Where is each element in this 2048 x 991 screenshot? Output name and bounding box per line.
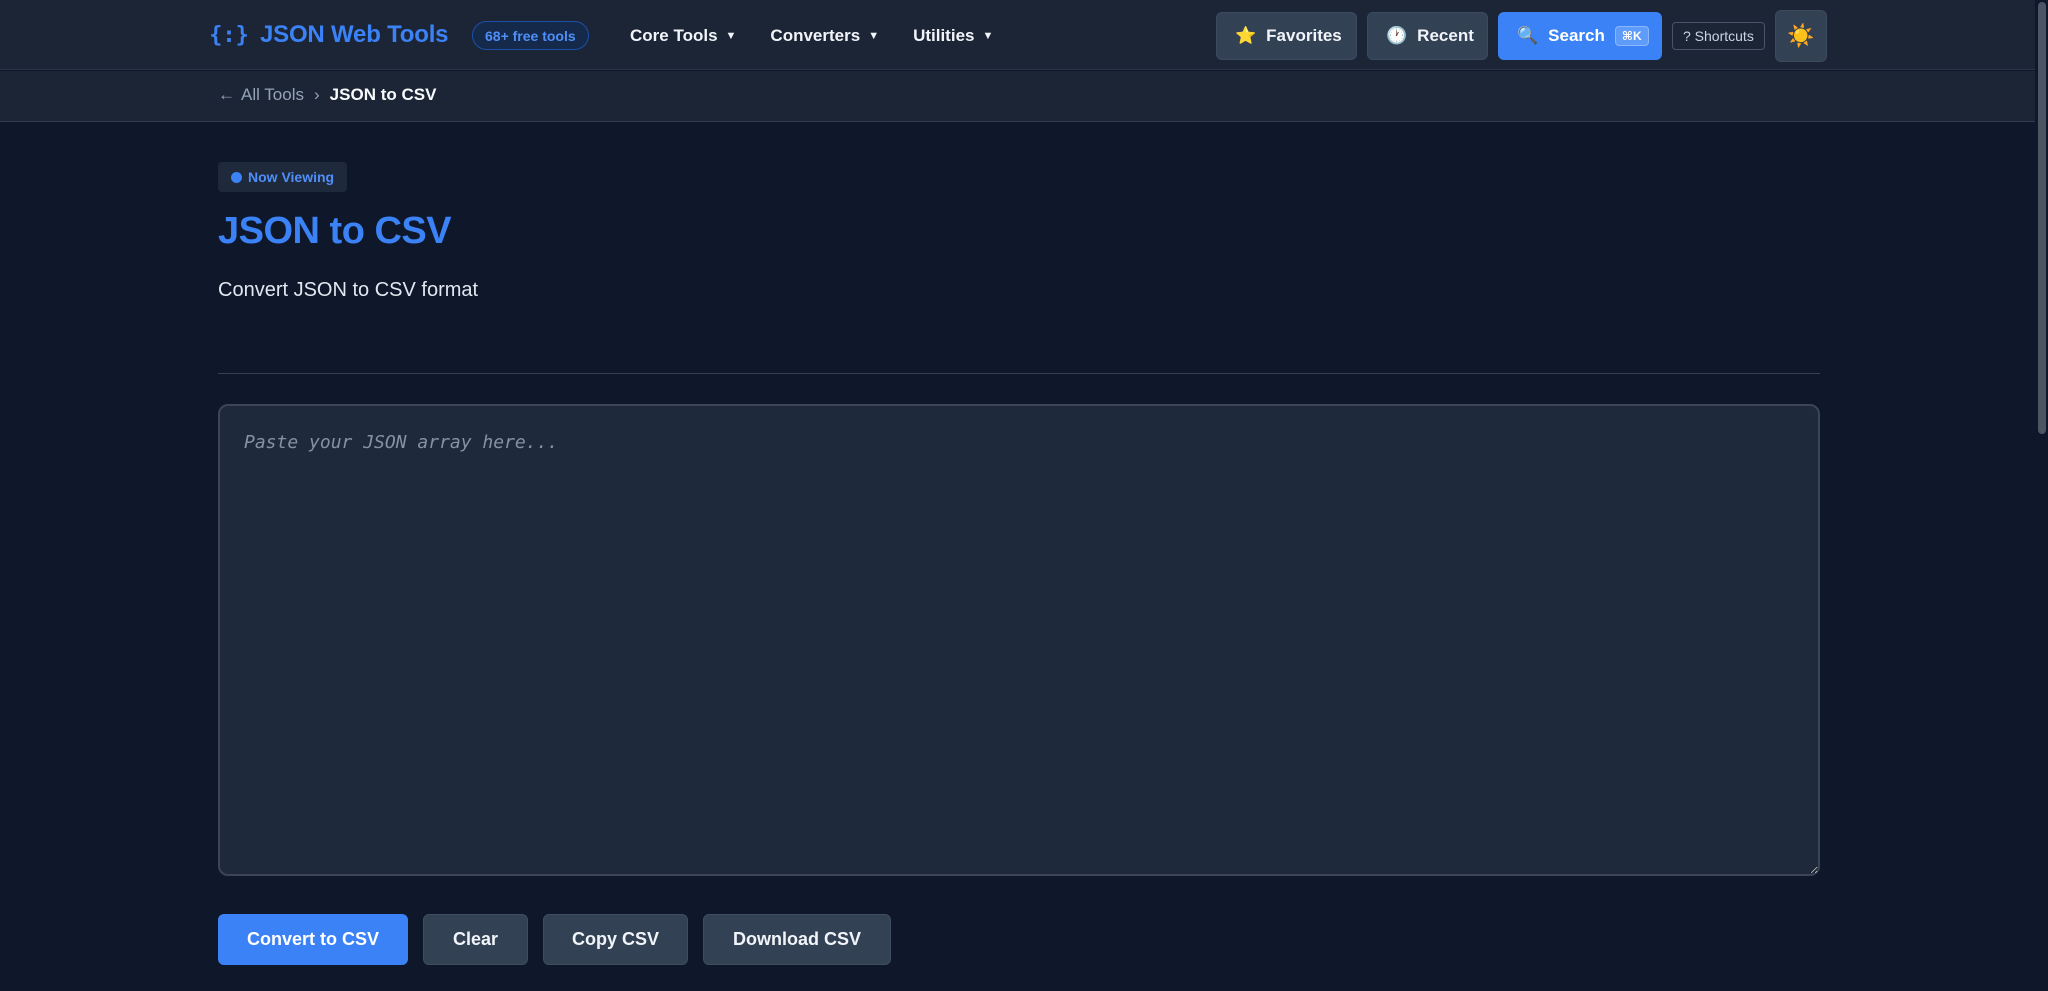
page-title: JSON to CSV: [218, 210, 452, 252]
recent-button[interactable]: 🕐 Recent: [1367, 12, 1488, 60]
caret-down-icon: ▼: [725, 30, 737, 42]
search-button[interactable]: 🔍 Search ⌘K: [1498, 12, 1662, 60]
caret-down-icon: ▼: [982, 30, 994, 42]
top-navbar: {:} JSON Web Tools 68+ free tools Core T…: [0, 0, 2048, 70]
recent-label: Recent: [1417, 26, 1474, 45]
navbar-actions: ⭐ Favorites 🕐 Recent 🔍 Search ⌘K ? Short…: [1216, 10, 1827, 62]
app-root: {:} JSON Web Tools 68+ free tools Core T…: [0, 0, 2048, 991]
search-shortcut-kbd: ⌘K: [1614, 26, 1649, 46]
section-divider: [218, 373, 1820, 374]
breadcrumb: ← All Tools › JSON to CSV: [218, 85, 436, 105]
status-dot-icon: [231, 171, 242, 183]
menu-converters[interactable]: Converters ▼: [770, 22, 879, 50]
tools-count-badge: 68+ free tools: [472, 21, 589, 50]
caret-down-icon: ▼: [868, 30, 880, 42]
favorites-label: Favorites: [1266, 26, 1342, 45]
menu-utilities[interactable]: Utilities ▼: [913, 22, 993, 50]
page-scrollbar-thumb[interactable]: [2038, 2, 2046, 434]
favorites-button[interactable]: ⭐ Favorites: [1216, 12, 1357, 60]
clear-button[interactable]: Clear: [423, 914, 528, 965]
json-braces-icon: {:}: [209, 22, 249, 48]
menu-core-tools[interactable]: Core Tools ▼: [630, 22, 736, 50]
page-subtitle: Convert JSON to CSV format: [218, 279, 479, 301]
breadcrumb-bar: ← All Tools › JSON to CSV: [0, 71, 2048, 122]
brand-title: JSON Web Tools: [260, 21, 449, 48]
search-label: Search: [1548, 26, 1605, 45]
sun-icon: ☀️: [1787, 23, 1815, 48]
main-menu: Core Tools ▼ Converters ▼ Utilities ▼: [630, 22, 1027, 50]
json-input[interactable]: [218, 404, 1820, 876]
breadcrumb-all-tools-link[interactable]: ← All Tools: [218, 85, 304, 105]
search-icon: 🔍: [1517, 26, 1539, 45]
status-badge: Now Viewing: [218, 162, 348, 192]
status-badge-label: Now Viewing: [248, 169, 335, 185]
theme-toggle-button[interactable]: ☀️: [1774, 10, 1827, 62]
download-csv-button[interactable]: Download CSV: [703, 914, 891, 965]
breadcrumb-separator: ›: [314, 85, 320, 104]
brand-link[interactable]: {:} JSON Web Tools: [209, 17, 449, 53]
menu-utilities-label: Utilities: [913, 26, 975, 45]
shortcuts-button[interactable]: ? Shortcuts: [1672, 22, 1765, 50]
star-icon: ⭐: [1235, 26, 1257, 45]
arrow-left-icon: ←: [218, 85, 235, 104]
convert-to-csv-button[interactable]: Convert to CSV: [218, 914, 408, 965]
menu-converters-label: Converters: [770, 26, 861, 45]
clock-icon: 🕐: [1386, 26, 1408, 45]
breadcrumb-current: JSON to CSV: [329, 85, 437, 104]
menu-core-tools-label: Core Tools: [630, 26, 718, 45]
action-buttons: Convert to CSV Clear Copy CSV Download C…: [218, 914, 891, 965]
copy-csv-button[interactable]: Copy CSV: [543, 914, 688, 965]
breadcrumb-all-tools-label: All Tools: [241, 85, 304, 104]
